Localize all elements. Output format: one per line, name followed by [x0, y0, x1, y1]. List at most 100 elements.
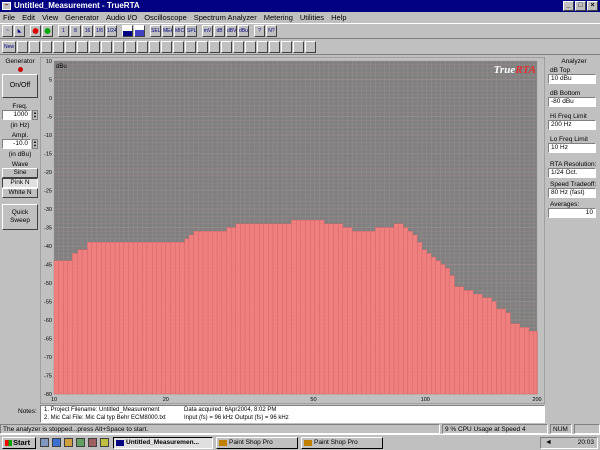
tool-icon-2[interactable] — [29, 40, 40, 53]
tool-icon-25[interactable] — [305, 40, 316, 53]
record-icon[interactable] — [30, 25, 41, 37]
dbu-button[interactable]: dBu — [238, 25, 249, 37]
wave-sine-button[interactable]: Sine — [2, 168, 38, 178]
sine-wave-icon[interactable]: ~ — [2, 25, 13, 37]
tool-icon-20[interactable] — [245, 40, 256, 53]
new-button[interactable]: New — [2, 40, 16, 53]
tool-icon-14[interactable] — [173, 40, 184, 53]
spectrum-alt-icon[interactable] — [134, 25, 145, 37]
tool-icon-12[interactable] — [149, 40, 160, 53]
ramp-icon[interactable]: ◣ — [14, 25, 25, 37]
tool-icon-13[interactable] — [161, 40, 172, 53]
quicklaunch-app2-icon[interactable] — [100, 438, 109, 447]
sel-button[interactable]: SEL — [150, 25, 161, 37]
tool-icon-16[interactable] — [197, 40, 208, 53]
tool-icon-22[interactable] — [269, 40, 280, 53]
generator-onoff-button[interactable]: On/Off — [2, 74, 38, 98]
quicklaunch-explorer-icon[interactable] — [40, 438, 49, 447]
clock[interactable]: 20:03 — [578, 439, 594, 446]
context-help-icon[interactable]: N? — [266, 25, 277, 37]
quicklaunch-desktop-icon[interactable] — [76, 438, 85, 447]
quick-sweep-button[interactable]: Quick Sweep — [2, 204, 38, 230]
generator-status-led — [17, 67, 23, 72]
task-paintshop-1[interactable]: Paint Shop Pro — [216, 437, 298, 449]
averages-input[interactable]: 10 — [548, 208, 596, 218]
menu-help[interactable]: Help — [331, 13, 346, 22]
menu-file[interactable]: File — [3, 13, 15, 22]
tool-icon-11[interactable] — [137, 40, 148, 53]
tool-icon-10[interactable] — [125, 40, 136, 53]
tool-icon-6[interactable] — [77, 40, 88, 53]
rta-plot[interactable]: 1050-5-10-15-20-25-30-35-40-45-50-55-60-… — [39, 56, 546, 405]
speed-tradeoff-select[interactable]: 80 Hz (fast) — [548, 188, 596, 198]
wave-pink-noise-button[interactable]: Pink N — [2, 178, 38, 188]
tool-icon-21[interactable] — [257, 40, 268, 53]
rta-resolution-select[interactable]: 1/24 Oct. — [548, 168, 596, 178]
tool-icon-17[interactable] — [209, 40, 220, 53]
speaker-icon[interactable]: ◄ — [545, 438, 552, 448]
menu-utilities[interactable]: Utilities — [300, 13, 324, 22]
task-paintshop-2[interactable]: Paint Shop Pro — [301, 437, 383, 449]
spectrum-chart[interactable]: 10 5 0 -5 -10 -15 -20 -25 -30 -35 -40 -45 -50 -55 -60-… — [39, 56, 546, 405]
spectrum-icon[interactable] — [122, 25, 133, 37]
mic-cal-button[interactable]: MIC CAL — [174, 25, 185, 37]
task-truerta[interactable]: Untitled_Measuremen... — [113, 437, 213, 449]
spectrum-bar — [87, 242, 92, 395]
play-icon[interactable] — [42, 25, 53, 37]
help-icon[interactable]: ? — [254, 25, 265, 37]
menu-oscilloscope[interactable]: Oscilloscope — [144, 13, 187, 22]
start-button[interactable]: Start — [2, 437, 36, 449]
tool-icon-8[interactable] — [101, 40, 112, 53]
tool-icon-7[interactable] — [89, 40, 100, 53]
menu-edit[interactable]: Edit — [22, 13, 35, 22]
db-top-label: dB Top — [550, 67, 571, 74]
octave-1-button[interactable]: 1 EN — [58, 25, 69, 37]
menu-generator[interactable]: Generator — [65, 13, 99, 22]
tool-icon-4[interactable] — [53, 40, 64, 53]
ampl-input-wrap: -10.0 ▲ ▼ — [2, 139, 38, 149]
maximize-button[interactable]: □ — [575, 1, 586, 11]
wave-white-noise-button[interactable]: White N — [2, 188, 38, 198]
tool-icon-24[interactable] — [293, 40, 304, 53]
tool-icon-18[interactable] — [221, 40, 232, 53]
octave-8-button[interactable]: 8 EN — [70, 25, 81, 37]
menu-spectrum-analyzer[interactable]: Spectrum Analyzer — [194, 13, 257, 22]
close-button[interactable]: × — [587, 1, 598, 11]
notes-label: Notes: — [18, 408, 37, 415]
quicklaunch-app-icon[interactable] — [88, 438, 97, 447]
hi-freq-input[interactable]: 200 Hz — [548, 120, 596, 130]
spectrum-bar — [123, 242, 129, 395]
dbv-button[interactable]: dBV — [226, 25, 237, 37]
quicklaunch-ie-icon[interactable] — [52, 438, 61, 447]
ampl-input[interactable]: -10.0 — [2, 139, 31, 149]
db-bottom-input[interactable]: -80 dBu — [548, 97, 596, 107]
minimize-button[interactable]: _ — [563, 1, 574, 11]
menu-metering[interactable]: Metering — [264, 13, 293, 22]
octave-1-6-button[interactable]: 1/6 EN — [94, 25, 105, 37]
menu-view[interactable]: View — [42, 13, 58, 22]
title-bar[interactable]: ~ Untitled_Measurement - TrueRTA _ □ × — [0, 0, 600, 12]
octave-1-24-button[interactable]: 1/24 EN — [106, 25, 117, 37]
spectrum-bar — [137, 242, 143, 395]
octave-16-button[interactable]: 16 EN — [82, 25, 93, 37]
app-icon[interactable]: ~ — [2, 2, 11, 10]
db-button[interactable]: dB — [214, 25, 225, 37]
notes-box[interactable]: 1. Project Filename: Untitled_Measuremen… — [40, 405, 545, 423]
spl-button[interactable]: SPL — [186, 25, 197, 37]
tool-icon-19[interactable] — [233, 40, 244, 53]
tool-icon-23[interactable] — [281, 40, 292, 53]
freq-spinner[interactable]: ▲ ▼ — [32, 110, 38, 120]
tool-icon-5[interactable] — [65, 40, 76, 53]
quicklaunch-outlook-icon[interactable] — [64, 438, 73, 447]
meas-mode-button[interactable]: MEAS MODE — [162, 25, 173, 37]
tool-icon-9[interactable] — [113, 40, 124, 53]
freq-input[interactable]: 1000 — [2, 110, 31, 120]
menu-audio-io[interactable]: Audio I/O — [106, 13, 137, 22]
ampl-spinner[interactable]: ▲ ▼ — [32, 139, 38, 149]
db-top-input[interactable]: 10 dBu — [548, 74, 596, 84]
tool-icon-1[interactable] — [17, 40, 28, 53]
tool-icon-15[interactable] — [185, 40, 196, 53]
tool-icon-3[interactable] — [41, 40, 52, 53]
mv-button[interactable]: mV — [202, 25, 213, 37]
lo-freq-input[interactable]: 10 Hz — [548, 143, 596, 153]
